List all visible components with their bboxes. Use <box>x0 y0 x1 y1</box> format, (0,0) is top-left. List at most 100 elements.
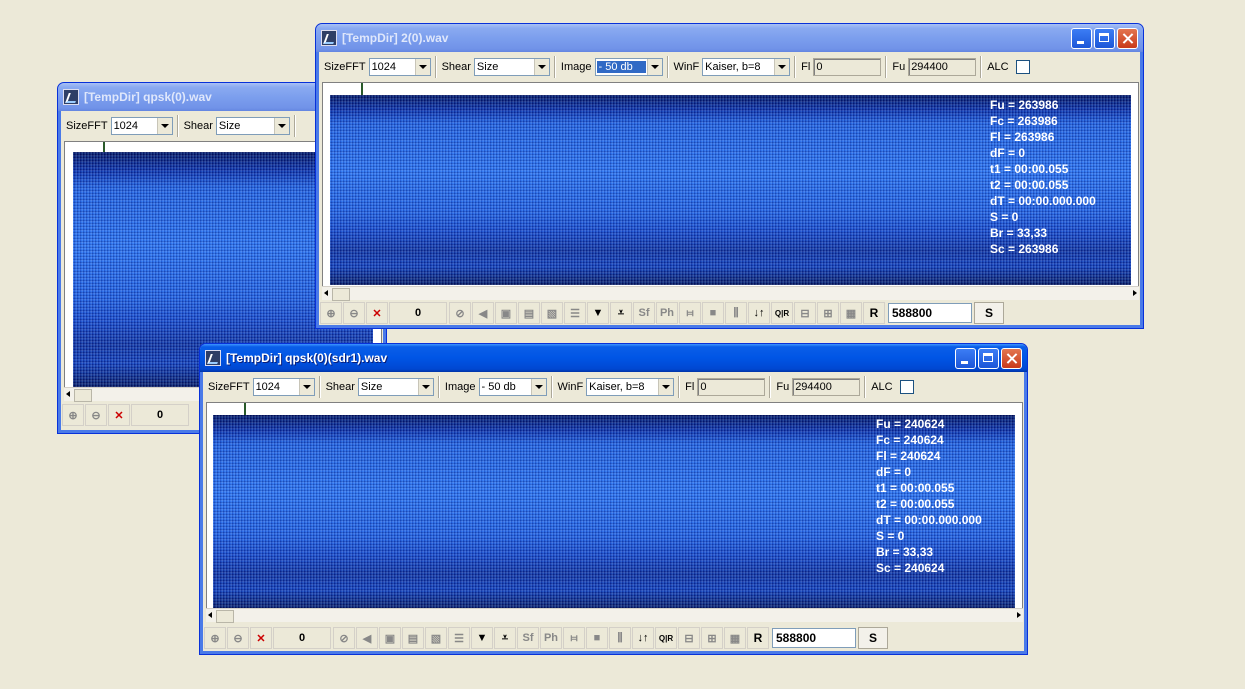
square-icon[interactable]: ■ <box>586 627 608 649</box>
close-icon[interactable] <box>1001 347 1022 369</box>
disable-icon[interactable]: ⊘ <box>333 627 355 649</box>
sf-icon[interactable]: Sf <box>633 302 655 324</box>
speaker-icon[interactable]: ◀ <box>356 627 378 649</box>
table-icon[interactable]: ☰ <box>448 627 470 649</box>
align-left-icon[interactable]: ⊟ <box>678 627 700 649</box>
fu-field[interactable]: 294400 <box>908 58 977 76</box>
zoom-in-icon[interactable]: ⊕ <box>204 627 226 649</box>
chevron-down-icon[interactable] <box>646 59 662 75</box>
align-right-icon[interactable]: ⊞ <box>817 302 839 324</box>
align-left-icon[interactable]: ⊟ <box>794 302 816 324</box>
zoom-out-icon[interactable]: ⊖ <box>227 627 249 649</box>
chevron-down-icon[interactable] <box>417 379 433 395</box>
chart-icon[interactable]: ▤ <box>402 627 424 649</box>
down-arrow-icon[interactable]: ▼ <box>587 302 609 324</box>
doc-chart-icon[interactable]: ▧ <box>541 302 563 324</box>
chevron-down-icon[interactable] <box>533 59 549 75</box>
sizefft-select[interactable]: 1024 <box>368 58 431 76</box>
zoom-out-icon[interactable]: ⊖ <box>85 404 107 426</box>
clipboard-icon[interactable]: ▦ <box>840 302 862 324</box>
minimize-icon[interactable] <box>1071 27 1092 49</box>
bars-icon[interactable]: ⫼ <box>725 302 747 324</box>
clipboard-icon[interactable]: ▦ <box>724 627 746 649</box>
minimize-icon[interactable] <box>955 347 976 369</box>
horizontal-scrollbar[interactable] <box>206 608 1023 623</box>
zoom-in-icon[interactable]: ⊕ <box>320 302 342 324</box>
sizefft-select[interactable]: 1024 <box>252 378 315 396</box>
horizontal-scrollbar[interactable] <box>322 286 1139 301</box>
scroll-left-icon[interactable] <box>324 290 328 296</box>
wave-icon[interactable]: ⧦ <box>679 302 701 324</box>
qr-icon[interactable]: Q|R <box>655 627 677 649</box>
close-marker-icon[interactable]: ✕ <box>250 627 272 649</box>
scroll-thumb[interactable] <box>332 288 350 301</box>
s-button[interactable]: S <box>858 627 888 649</box>
title-bar[interactable]: [TempDir] qpsk(0)(sdr1).wav <box>200 344 1027 372</box>
sort-icon[interactable]: ↓↑ <box>632 627 654 649</box>
chevron-down-icon[interactable] <box>530 379 546 395</box>
r-button[interactable]: R <box>863 302 885 324</box>
bars-icon[interactable]: ⫼ <box>609 627 631 649</box>
scroll-thumb[interactable] <box>74 389 92 402</box>
scroll-right-icon[interactable] <box>1133 290 1137 296</box>
time-marker[interactable] <box>361 83 363 95</box>
time-marker[interactable] <box>244 403 246 415</box>
chevron-down-icon[interactable] <box>414 59 430 75</box>
r-button[interactable]: R <box>747 627 769 649</box>
chevron-down-icon[interactable] <box>156 118 172 134</box>
qr-icon[interactable]: Q|R <box>771 302 793 324</box>
window-qpsk-sdr1[interactable]: [TempDir] qpsk(0)(sdr1).wav SizeFFT 1024… <box>199 343 1028 655</box>
multi-down-icon[interactable]: ⩡ <box>494 627 516 649</box>
down-arrow-icon[interactable]: ▼ <box>471 627 493 649</box>
sample-rate-input[interactable]: 588800 <box>772 628 856 648</box>
maximize-icon[interactable] <box>978 347 999 369</box>
maximize-icon[interactable] <box>1094 27 1115 49</box>
speaker-icon[interactable]: ◀ <box>472 302 494 324</box>
alc-checkbox[interactable] <box>1015 60 1030 74</box>
scroll-left-icon[interactable] <box>208 612 212 618</box>
time-marker[interactable] <box>103 142 105 152</box>
sizefft-select[interactable]: 1024 <box>110 117 173 135</box>
scroll-right-icon[interactable] <box>1017 612 1021 618</box>
ph-icon[interactable]: Ph <box>540 627 562 649</box>
disable-icon[interactable]: ⊘ <box>449 302 471 324</box>
scroll-thumb[interactable] <box>216 610 234 623</box>
fl-field[interactable]: 0 <box>697 378 766 396</box>
zoom-out-icon[interactable]: ⊖ <box>343 302 365 324</box>
shear-select[interactable]: Size <box>473 58 550 76</box>
frame-icon[interactable]: ▣ <box>379 627 401 649</box>
chart-icon[interactable]: ▤ <box>518 302 540 324</box>
wave-icon[interactable]: ⧦ <box>563 627 585 649</box>
frame-icon[interactable]: ▣ <box>495 302 517 324</box>
fu-field[interactable]: 294400 <box>792 378 861 396</box>
sf-icon[interactable]: Sf <box>517 627 539 649</box>
alc-checkbox[interactable] <box>899 380 914 394</box>
scroll-left-icon[interactable] <box>66 391 70 397</box>
close-marker-icon[interactable]: ✕ <box>366 302 388 324</box>
sample-rate-input[interactable]: 588800 <box>888 303 972 323</box>
close-marker-icon[interactable]: ✕ <box>108 404 130 426</box>
chevron-down-icon[interactable] <box>658 379 674 395</box>
table-icon[interactable]: ☰ <box>564 302 586 324</box>
image-select[interactable]: - 50 db <box>478 378 547 396</box>
align-right-icon[interactable]: ⊞ <box>701 627 723 649</box>
multi-down-icon[interactable]: ⩡ <box>610 302 632 324</box>
close-icon[interactable] <box>1117 27 1138 49</box>
window-2-wav[interactable]: [TempDir] 2(0).wav SizeFFT 1024 Shear Si… <box>315 23 1144 329</box>
ph-icon[interactable]: Ph <box>656 302 678 324</box>
image-select[interactable]: - 50 db <box>594 58 663 76</box>
sort-icon[interactable]: ↓↑ <box>748 302 770 324</box>
title-bar[interactable]: [TempDir] 2(0).wav <box>316 24 1143 52</box>
chevron-down-icon[interactable] <box>273 118 289 134</box>
winf-select[interactable]: Kaiser, b=8 <box>702 58 791 76</box>
fl-field[interactable]: 0 <box>813 58 882 76</box>
doc-chart-icon[interactable]: ▧ <box>425 627 447 649</box>
shear-select[interactable]: Size <box>215 117 290 135</box>
chevron-down-icon[interactable] <box>298 379 314 395</box>
winf-select[interactable]: Kaiser, b=8 <box>586 378 675 396</box>
square-icon[interactable]: ■ <box>702 302 724 324</box>
zoom-in-icon[interactable]: ⊕ <box>62 404 84 426</box>
chevron-down-icon[interactable] <box>774 59 790 75</box>
s-button[interactable]: S <box>974 302 1004 324</box>
shear-select[interactable]: Size <box>357 378 434 396</box>
